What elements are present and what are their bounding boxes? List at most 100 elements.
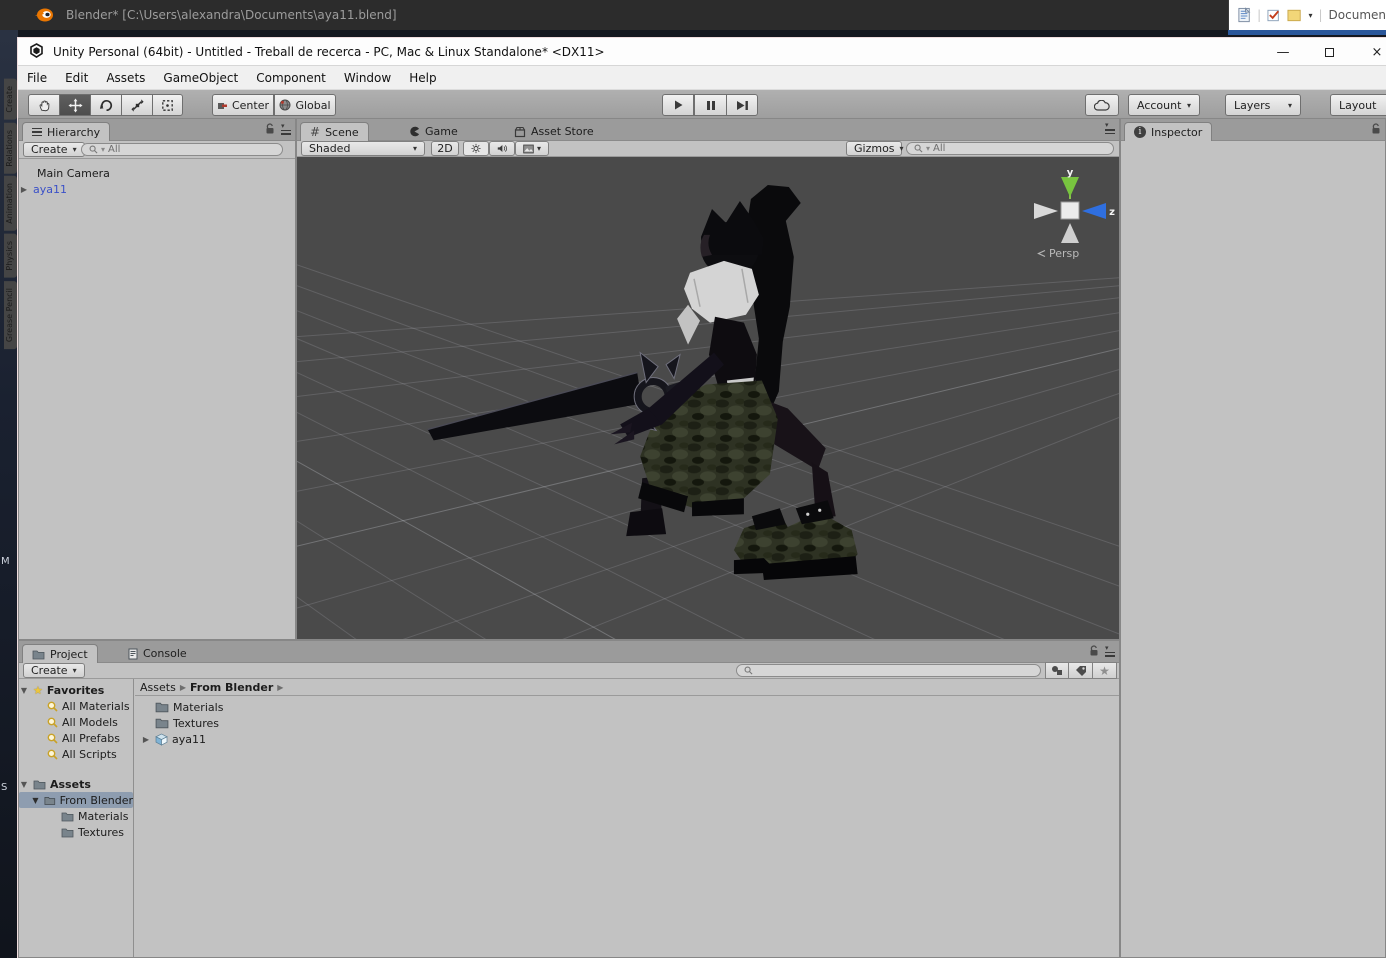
tree-item-label: Textures bbox=[78, 825, 124, 839]
menu-edit[interactable]: Edit bbox=[56, 66, 97, 89]
scene-render[interactable] bbox=[297, 157, 1119, 640]
assets-root[interactable]: ▼ Assets bbox=[19, 776, 133, 792]
search-filter-arrow-icon[interactable]: ▾ bbox=[926, 144, 930, 153]
play-button[interactable] bbox=[662, 94, 694, 116]
svg-text:z: z bbox=[1109, 207, 1115, 218]
2d-toggle-button[interactable]: 2D bbox=[431, 141, 459, 156]
lock-icon[interactable] bbox=[1371, 123, 1381, 135]
search-filter-arrow-icon[interactable]: ▾ bbox=[101, 145, 105, 154]
perspective-toggle[interactable]: Persp bbox=[1037, 247, 1079, 260]
svg-text:y: y bbox=[1067, 169, 1074, 179]
pivot-center-button[interactable]: Center bbox=[212, 94, 274, 116]
lock-icon[interactable] bbox=[265, 123, 275, 135]
tab-hierarchy[interactable]: Hierarchy bbox=[22, 122, 111, 141]
hierarchy-item-main-camera[interactable]: Main Camera bbox=[19, 165, 295, 181]
scene-viewport[interactable]: y z Persp bbox=[297, 157, 1119, 640]
foldout-arrow-icon[interactable]: ▼ bbox=[31, 796, 40, 805]
hierarchy-create-button[interactable]: Create ▾ bbox=[23, 142, 85, 157]
blender-vertical-tab[interactable]: Physics bbox=[4, 234, 17, 278]
blender-vertical-tab[interactable]: Grease Pencil bbox=[4, 280, 17, 349]
gizmos-dropdown[interactable]: Gizmos ▾ bbox=[846, 141, 904, 156]
foldout-arrow-icon[interactable]: ▼ bbox=[19, 780, 29, 789]
game-tab-label: Game bbox=[425, 125, 458, 138]
rotate-tool-button[interactable] bbox=[90, 94, 121, 116]
project-search-input[interactable] bbox=[736, 664, 1041, 677]
move-tool-button[interactable] bbox=[59, 94, 90, 116]
tab-inspector[interactable]: i Inspector bbox=[1124, 122, 1213, 141]
lock-icon[interactable] bbox=[1089, 645, 1099, 657]
blender-vertical-tab[interactable]: Animation bbox=[4, 176, 17, 232]
tab-asset-store[interactable]: Asset Store bbox=[505, 122, 603, 141]
favorite-all-prefabs[interactable]: All Prefabs bbox=[19, 730, 133, 746]
saved-search-button[interactable]: ★ bbox=[1093, 662, 1117, 679]
minimize-button[interactable]: — bbox=[1266, 38, 1300, 66]
maximize-button[interactable] bbox=[1312, 38, 1346, 66]
menu-gameobject[interactable]: GameObject bbox=[154, 66, 247, 89]
tree-item-label: Materials bbox=[78, 809, 129, 823]
character-model[interactable] bbox=[427, 185, 858, 581]
asset-item-label: Textures bbox=[173, 716, 219, 730]
unity-titlebar[interactable]: Unity Personal (64bit) - Untitled - Treb… bbox=[18, 38, 1386, 66]
foldout-arrow-icon[interactable]: ▶ bbox=[141, 735, 151, 744]
effects-dropdown-button[interactable]: ▾ bbox=[515, 141, 549, 156]
layout-dropdown[interactable]: Layout ▾ bbox=[1330, 94, 1386, 116]
menu-file[interactable]: File bbox=[18, 66, 56, 89]
favorites-root[interactable]: ▼ ★ Favorites bbox=[19, 682, 133, 698]
favorite-all-materials[interactable]: All Materials bbox=[19, 698, 133, 714]
asset-item-materials[interactable]: Materials bbox=[135, 699, 1119, 715]
tree-item-textures[interactable]: Textures bbox=[19, 824, 133, 840]
layers-dropdown[interactable]: Layers ▾ bbox=[1225, 94, 1301, 116]
blender-vertical-tab[interactable]: Relations bbox=[4, 122, 17, 174]
lighting-toggle-button[interactable] bbox=[463, 141, 489, 156]
checkmark-icon[interactable] bbox=[1267, 8, 1281, 23]
globe-icon bbox=[279, 99, 291, 111]
account-dropdown[interactable]: Account ▾ bbox=[1128, 94, 1200, 116]
panel-menu-icon[interactable]: ▾ bbox=[1105, 122, 1115, 134]
tab-console[interactable]: Console bbox=[119, 644, 196, 663]
axis-gizmo[interactable]: y z bbox=[1024, 169, 1116, 245]
audio-toggle-button[interactable] bbox=[489, 141, 515, 156]
menu-assets[interactable]: Assets bbox=[97, 66, 154, 89]
breadcrumb-assets[interactable]: Assets bbox=[140, 681, 176, 694]
asset-item-aya11[interactable]: ▶ aya11 bbox=[135, 731, 1119, 747]
close-button[interactable]: × bbox=[1360, 38, 1386, 66]
search-by-label-button[interactable] bbox=[1069, 662, 1093, 679]
tab-project[interactable]: Project bbox=[22, 644, 98, 663]
dropdown-arrow-icon[interactable]: ▾ bbox=[1308, 11, 1312, 20]
office-quick-access-toolbar: | ▾ | Documen bbox=[1228, 0, 1386, 30]
menu-window[interactable]: Window bbox=[335, 66, 400, 89]
scene-search-input[interactable]: ▾ All bbox=[906, 142, 1114, 155]
blender-title-text: Blender* [C:\Users\alexandra\Documents\a… bbox=[66, 8, 397, 22]
favorite-all-scripts[interactable]: All Scripts bbox=[19, 746, 133, 762]
tree-item-materials[interactable]: Materials bbox=[19, 808, 133, 824]
hierarchy-icon bbox=[32, 127, 42, 137]
hierarchy-search-input[interactable]: ▾ All bbox=[81, 143, 283, 156]
blender-vertical-tab[interactable]: Create bbox=[4, 79, 17, 120]
search-by-type-button[interactable] bbox=[1045, 662, 1069, 679]
tab-game[interactable]: Game bbox=[400, 122, 467, 141]
document-icon[interactable] bbox=[1237, 6, 1251, 24]
cloud-button[interactable] bbox=[1085, 94, 1119, 116]
folder-icon[interactable] bbox=[1287, 8, 1302, 22]
asset-item-textures[interactable]: Textures bbox=[135, 715, 1119, 731]
foldout-arrow-icon[interactable]: ▶ bbox=[19, 185, 29, 194]
panel-menu-icon[interactable]: ▾ bbox=[1105, 644, 1115, 657]
pause-button[interactable] bbox=[694, 94, 726, 116]
blender-fragment-text: S bbox=[1, 782, 8, 793]
tree-item-from-blender[interactable]: ▼ From Blender bbox=[19, 792, 133, 808]
global-space-button[interactable]: Global bbox=[274, 94, 336, 116]
shaded-dropdown[interactable]: Shaded ▾ bbox=[301, 141, 425, 156]
hierarchy-item-aya11[interactable]: ▶ aya11 bbox=[19, 181, 295, 197]
project-create-button[interactable]: Create ▾ bbox=[23, 663, 85, 678]
rect-tool-button[interactable] bbox=[152, 94, 183, 116]
scale-tool-button[interactable] bbox=[121, 94, 152, 116]
pan-tool-button[interactable] bbox=[28, 94, 59, 116]
step-button[interactable] bbox=[726, 94, 758, 116]
menu-component[interactable]: Component bbox=[247, 66, 335, 89]
menu-help[interactable]: Help bbox=[400, 66, 445, 89]
tab-scene[interactable]: # Scene bbox=[300, 122, 369, 141]
foldout-arrow-icon[interactable]: ▼ bbox=[19, 686, 29, 695]
breadcrumb-from-blender[interactable]: From Blender bbox=[190, 681, 273, 694]
favorite-all-models[interactable]: All Models bbox=[19, 714, 133, 730]
panel-menu-icon[interactable]: ▾ bbox=[281, 122, 291, 135]
